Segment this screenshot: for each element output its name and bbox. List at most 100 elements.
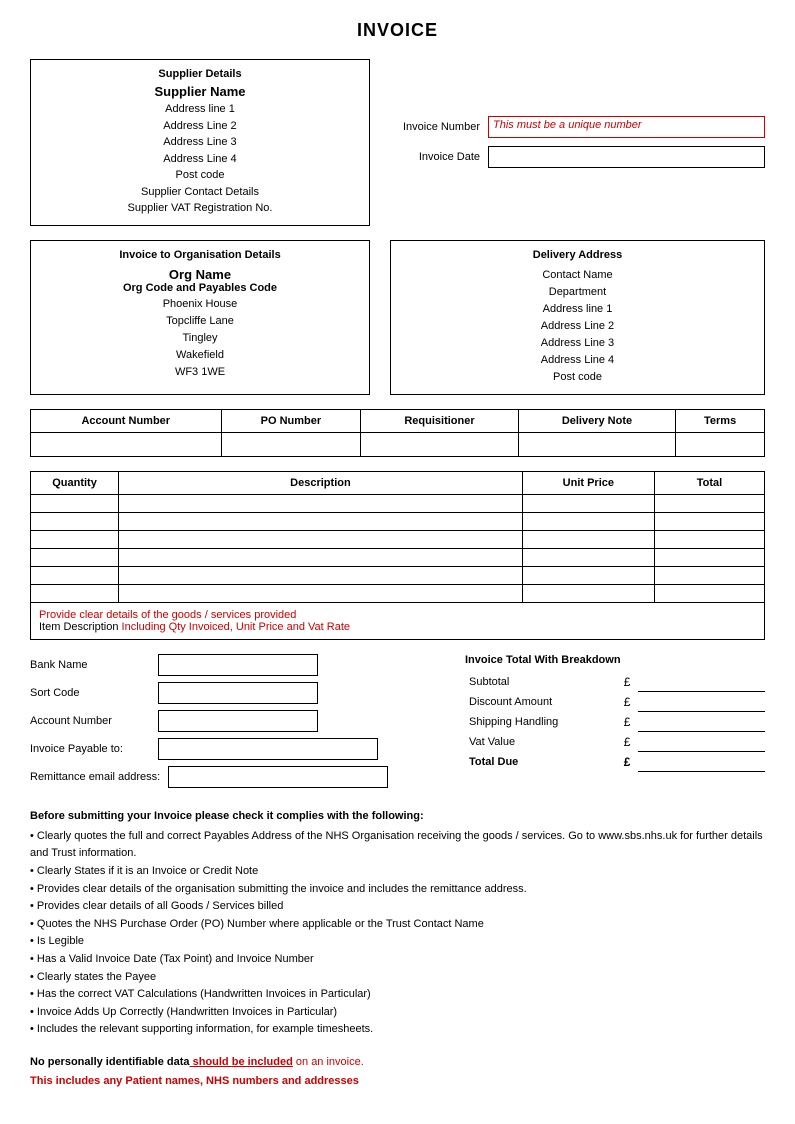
invoice-number-input[interactable]: This must be a unique number (488, 116, 765, 138)
unit-4[interactable] (522, 548, 654, 566)
bank-name-input[interactable] (158, 654, 318, 676)
invoice-date-input[interactable] (488, 146, 765, 168)
vat-pound: £ (620, 732, 638, 752)
delivery-contact: Contact Name (401, 267, 754, 284)
checklist-item-6: • Has a Valid Invoice Date (Tax Point) a… (30, 951, 765, 969)
desc-5[interactable] (119, 566, 523, 584)
org-box: Invoice to Organisation Details Org Name… (30, 240, 370, 395)
po-number-cell[interactable] (221, 432, 361, 456)
delivery-note-cell[interactable] (518, 432, 675, 456)
bank-section: Bank Name Sort Code Account Number Invoi… (30, 654, 445, 794)
desc-3[interactable] (119, 530, 523, 548)
account-number-header: Account Number (31, 409, 222, 432)
delivery-box-title: Delivery Address (401, 249, 754, 261)
supplier-vat: Supplier VAT Registration No. (41, 200, 359, 217)
footer-should: should (190, 1056, 232, 1068)
checklist-item-1: • Clearly States if it is an Invoice or … (30, 863, 765, 881)
org-box-title: Invoice to Organisation Details (41, 249, 359, 261)
remittance-row: Remittance email address: (30, 766, 445, 788)
total-due-pound: £ (620, 752, 638, 772)
item-row-3 (31, 530, 765, 548)
middle-section: Invoice to Organisation Details Org Name… (30, 240, 765, 395)
remittance-label: Remittance email address: (30, 771, 160, 783)
total-3[interactable] (654, 530, 764, 548)
total-due-value[interactable] (638, 752, 765, 772)
items-note-line2: Item Description Including Qty Invoiced,… (39, 621, 756, 633)
unit-6[interactable] (522, 584, 654, 602)
footer-be-included: be included (232, 1056, 293, 1068)
qty-6[interactable] (31, 584, 119, 602)
unit-1[interactable] (522, 494, 654, 512)
unit-2[interactable] (522, 512, 654, 530)
subtotal-value[interactable] (638, 672, 765, 692)
vat-row: Vat Value £ (465, 732, 765, 752)
unit-5[interactable] (522, 566, 654, 584)
items-note-plain: Item Description (39, 621, 122, 633)
top-section: Supplier Details Supplier Name Address l… (30, 59, 765, 226)
totals-section: Invoice Total With Breakdown Subtotal £ … (465, 654, 765, 794)
unit-3[interactable] (522, 530, 654, 548)
account-table-row (31, 432, 765, 456)
terms-cell[interactable] (676, 432, 765, 456)
supplier-box: Supplier Details Supplier Name Address l… (30, 59, 370, 226)
footer-line1: No personally identifiable data should b… (30, 1053, 765, 1072)
shipping-pound: £ (620, 712, 638, 732)
delivery-addr-4: Address Line 4 (401, 352, 754, 369)
invoice-title: INVOICE (30, 20, 765, 41)
desc-6[interactable] (119, 584, 523, 602)
total-5[interactable] (654, 566, 764, 584)
account-number-row: Account Number (30, 710, 445, 732)
account-table: Account Number PO Number Requisitioner D… (30, 409, 765, 457)
discount-value[interactable] (638, 692, 765, 712)
qty-1[interactable] (31, 494, 119, 512)
shipping-row: Shipping Handling £ (465, 712, 765, 732)
payable-input[interactable] (158, 738, 378, 760)
item-row-4 (31, 548, 765, 566)
supplier-address-3: Address Line 3 (41, 134, 359, 151)
totals-table: Subtotal £ Discount Amount £ Shipping Ha… (465, 672, 765, 773)
supplier-address-1: Address line 1 (41, 101, 359, 118)
desc-2[interactable] (119, 512, 523, 530)
po-number-header: PO Number (221, 409, 361, 432)
item-row-1 (31, 494, 765, 512)
qty-4[interactable] (31, 548, 119, 566)
checklist-title: Before submitting your Invoice please ch… (30, 810, 765, 822)
footer-line2: This includes any Patient names, NHS num… (30, 1072, 765, 1091)
items-note-red-part: Including Qty Invoiced, Unit Price and V… (122, 621, 350, 633)
checklist-item-4: • Quotes the NHS Purchase Order (PO) Num… (30, 916, 765, 934)
total-6[interactable] (654, 584, 764, 602)
total-4[interactable] (654, 548, 764, 566)
org-code: Org Code and Payables Code (41, 282, 359, 294)
delivery-box: Delivery Address Contact Name Department… (390, 240, 765, 395)
remittance-input[interactable] (168, 766, 388, 788)
bank-name-row: Bank Name (30, 654, 445, 676)
item-row-6 (31, 584, 765, 602)
total-1[interactable] (654, 494, 764, 512)
sort-code-input[interactable] (158, 682, 318, 704)
item-row-2 (31, 512, 765, 530)
org-address-4: WF3 1WE (41, 364, 359, 381)
total-2[interactable] (654, 512, 764, 530)
delivery-addr-2: Address Line 2 (401, 318, 754, 335)
desc-header: Description (119, 471, 523, 494)
qty-5[interactable] (31, 566, 119, 584)
qty-2[interactable] (31, 512, 119, 530)
items-wrapper: Quantity Description Unit Price Total (30, 471, 765, 640)
supplier-box-title: Supplier Details (41, 68, 359, 80)
delivery-note-header: Delivery Note (518, 409, 675, 432)
shipping-value[interactable] (638, 712, 765, 732)
checklist-item-2: • Provides clear details of the organisa… (30, 881, 765, 899)
delivery-addr-1: Address line 1 (401, 301, 754, 318)
vat-value[interactable] (638, 732, 765, 752)
requisitioner-cell[interactable] (361, 432, 518, 456)
desc-4[interactable] (119, 548, 523, 566)
checklist-items: • Clearly quotes the full and correct Pa… (30, 828, 765, 1039)
qty-3[interactable] (31, 530, 119, 548)
checklist-section: Before submitting your Invoice please ch… (30, 810, 765, 1039)
account-number-cell[interactable] (31, 432, 222, 456)
unit-price-header: Unit Price (522, 471, 654, 494)
account-number-input[interactable] (158, 710, 318, 732)
desc-1[interactable] (119, 494, 523, 512)
invoice-number-label: Invoice Number (390, 121, 480, 133)
supplier-name: Supplier Name (41, 84, 359, 99)
